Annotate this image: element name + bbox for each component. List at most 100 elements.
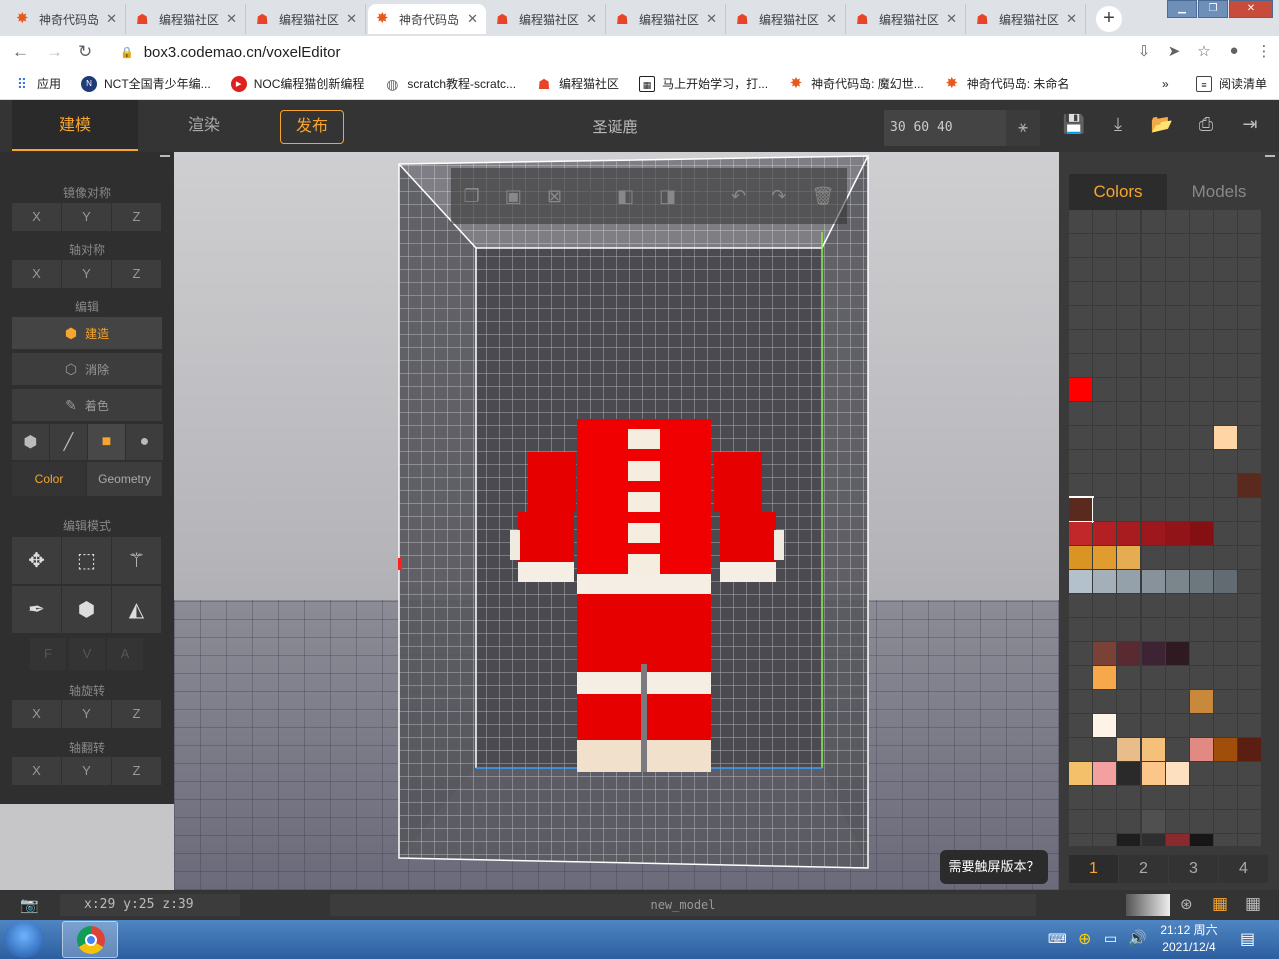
- palette-swatch[interactable]: [1117, 762, 1141, 785]
- palette-swatch[interactable]: [1141, 426, 1165, 449]
- maximize-button[interactable]: ❐: [1198, 0, 1228, 18]
- browser-tab[interactable]: ☗ 编程猫社区 ✕: [968, 4, 1086, 34]
- browser-tab[interactable]: ☗ 编程猫社区 ✕: [728, 4, 846, 34]
- merge-icon[interactable]: ◨: [659, 186, 676, 207]
- palette-swatch[interactable]: [1117, 330, 1141, 353]
- palette-swatch[interactable]: [1238, 810, 1262, 833]
- palette-swatch[interactable]: [1190, 618, 1213, 641]
- palette-swatch[interactable]: [1093, 546, 1117, 569]
- palette-swatch[interactable]: [1214, 738, 1238, 761]
- palette-swatch[interactable]: [1238, 258, 1262, 281]
- palette-swatch[interactable]: [1214, 210, 1238, 233]
- close-icon[interactable]: ✕: [467, 11, 478, 27]
- a-button[interactable]: A: [107, 638, 143, 670]
- palette-swatch[interactable]: [1165, 330, 1189, 353]
- flip-x-button[interactable]: X: [12, 757, 61, 785]
- palette-swatch[interactable]: [1165, 474, 1189, 497]
- palette-swatch[interactable]: [1165, 714, 1189, 737]
- palette-swatch[interactable]: [1190, 450, 1213, 473]
- palette-swatch[interactable]: [1141, 210, 1165, 233]
- palette-swatch[interactable]: [1238, 354, 1262, 377]
- palette-swatch[interactable]: [1238, 546, 1262, 569]
- palette-swatch[interactable]: [1214, 498, 1238, 521]
- palette-swatch[interactable]: [1141, 690, 1165, 713]
- delete-selection-icon[interactable]: ⬢: [62, 586, 111, 633]
- undo-icon[interactable]: ↶: [731, 186, 746, 207]
- browser-tab[interactable]: ☗ 编程猫社区 ✕: [608, 4, 726, 34]
- palette-swatch[interactable]: [1165, 378, 1189, 401]
- select-box-icon[interactable]: ⬚: [62, 537, 111, 584]
- palette-swatch[interactable]: [1190, 594, 1213, 617]
- palette-swatch[interactable]: [1214, 234, 1238, 257]
- palette-swatch[interactable]: [1190, 258, 1213, 281]
- palette-swatch[interactable]: [1117, 618, 1141, 641]
- palette-swatch[interactable]: [1141, 834, 1165, 846]
- touch-version-hint[interactable]: 需要触屏版本？: [940, 850, 1048, 884]
- print-icon[interactable]: ⎙: [1184, 114, 1228, 135]
- palette-swatch[interactable]: [1165, 522, 1189, 545]
- save-icon[interactable]: 💾: [1052, 114, 1096, 135]
- palette-swatch[interactable]: [1141, 618, 1165, 641]
- palette-swatch[interactable]: [1165, 258, 1189, 281]
- palette-swatch[interactable]: [1117, 522, 1141, 545]
- palette-swatch[interactable]: [1093, 498, 1117, 521]
- palette-swatch[interactable]: [1238, 570, 1262, 593]
- palette-swatch[interactable]: [1190, 474, 1213, 497]
- mirror-z-button[interactable]: Z: [112, 203, 161, 231]
- send-icon[interactable]: ➤: [1159, 42, 1189, 60]
- palette-swatch[interactable]: [1141, 330, 1165, 353]
- palette-swatch[interactable]: [1093, 402, 1117, 425]
- palette-swatch[interactable]: [1165, 426, 1189, 449]
- palette-swatch[interactable]: [1141, 354, 1165, 377]
- volume-icon[interactable]: 🔊: [1128, 929, 1147, 947]
- model-title[interactable]: 圣诞鹿: [560, 100, 670, 156]
- collapse-right-panel[interactable]: [1265, 155, 1275, 157]
- palette-swatch[interactable]: [1214, 762, 1238, 785]
- palette-swatch[interactable]: [1141, 498, 1165, 521]
- palette-swatch[interactable]: [1190, 282, 1213, 305]
- palette-swatch[interactable]: [1069, 834, 1092, 846]
- palette-swatch[interactable]: [1214, 450, 1238, 473]
- palette-swatch[interactable]: [1190, 234, 1213, 257]
- palette-swatch[interactable]: [1190, 330, 1213, 353]
- grid-dense-icon[interactable]: ▦: [1245, 894, 1261, 914]
- line-shape-icon[interactable]: ╱: [50, 424, 87, 460]
- camera-icon[interactable]: 📷: [20, 896, 39, 914]
- palette-swatch[interactable]: [1238, 594, 1262, 617]
- palette-swatch[interactable]: [1141, 570, 1165, 593]
- browser-tab[interactable]: ☗ 编程猫社区 ✕: [248, 4, 366, 34]
- close-icon[interactable]: ✕: [586, 11, 597, 27]
- browser-tab[interactable]: ☗ 编程猫社区 ✕: [848, 4, 966, 34]
- palette-swatch[interactable]: [1093, 282, 1117, 305]
- url-bar[interactable]: 🔒 box3.codemao.cn/voxelEditor: [110, 39, 1110, 65]
- palette-swatch[interactable]: [1117, 546, 1141, 569]
- palette-page-1[interactable]: 1: [1069, 855, 1118, 883]
- palette-swatch[interactable]: [1069, 378, 1092, 401]
- palette-swatch[interactable]: [1214, 474, 1238, 497]
- bookmark-noc[interactable]: ▸ NOC编程猫创新编程: [230, 75, 364, 92]
- close-window-button[interactable]: ✕: [1229, 0, 1273, 18]
- palette-swatch[interactable]: [1069, 306, 1092, 329]
- palette-swatch[interactable]: [1141, 306, 1165, 329]
- palette-swatch[interactable]: [1165, 834, 1189, 846]
- deselect-icon[interactable]: ⊠: [547, 186, 562, 207]
- palette-swatch[interactable]: [1069, 594, 1092, 617]
- bookmarks-overflow[interactable]: »: [1162, 77, 1169, 91]
- palette-swatch[interactable]: [1093, 714, 1117, 737]
- rotate-z-button[interactable]: Z: [112, 700, 161, 728]
- palette-swatch[interactable]: [1214, 570, 1238, 593]
- palette-swatch[interactable]: [1214, 810, 1238, 833]
- close-icon[interactable]: ✕: [106, 11, 117, 27]
- palette-swatch[interactable]: [1117, 810, 1141, 833]
- palette-swatch[interactable]: [1165, 354, 1189, 377]
- palette-swatch[interactable]: [1141, 450, 1165, 473]
- palette-swatch[interactable]: [1069, 642, 1092, 665]
- palette-swatch[interactable]: [1117, 426, 1141, 449]
- start-button[interactable]: [4, 921, 44, 958]
- palette-swatch[interactable]: [1190, 354, 1213, 377]
- palette-swatch[interactable]: [1141, 786, 1165, 809]
- palette-swatch[interactable]: [1238, 450, 1262, 473]
- palette-swatch[interactable]: [1214, 618, 1238, 641]
- palette-swatch[interactable]: [1214, 402, 1238, 425]
- palette-swatch[interactable]: [1214, 642, 1238, 665]
